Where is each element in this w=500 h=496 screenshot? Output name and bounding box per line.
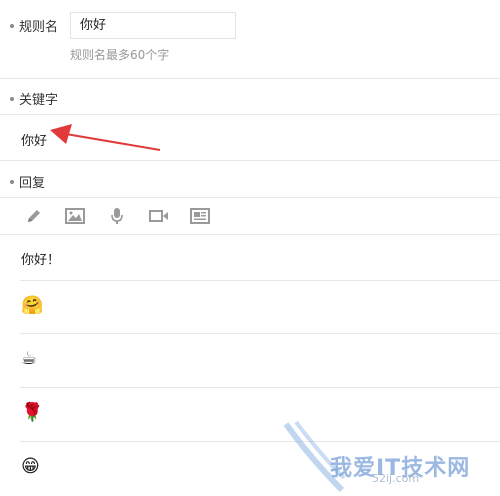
video-icon[interactable] <box>148 207 170 225</box>
reply-text-message[interactable]: 你好！ <box>21 249 60 268</box>
microphone-icon[interactable] <box>109 207 125 225</box>
emoji-hug[interactable]: 🤗 <box>21 296 43 316</box>
news-icon[interactable] <box>190 207 210 225</box>
arrow-head <box>50 124 72 144</box>
pencil-icon[interactable] <box>25 207 43 225</box>
divider <box>20 280 500 281</box>
arrow-shaft <box>59 132 161 151</box>
emoji-grin[interactable]: 😁 <box>21 457 40 477</box>
divider <box>0 160 500 161</box>
emoji-coffee[interactable]: ☕ <box>21 349 37 369</box>
divider <box>0 234 500 235</box>
divider <box>20 387 500 388</box>
watermark-subtitle: 52ij.com <box>372 472 420 485</box>
reply-section-label: 回复 <box>19 176 46 191</box>
emoji-rose[interactable]: 🌹 <box>21 403 43 423</box>
divider <box>0 197 500 198</box>
divider <box>20 333 500 334</box>
image-icon[interactable] <box>65 207 85 225</box>
reply-bullet <box>10 180 14 184</box>
